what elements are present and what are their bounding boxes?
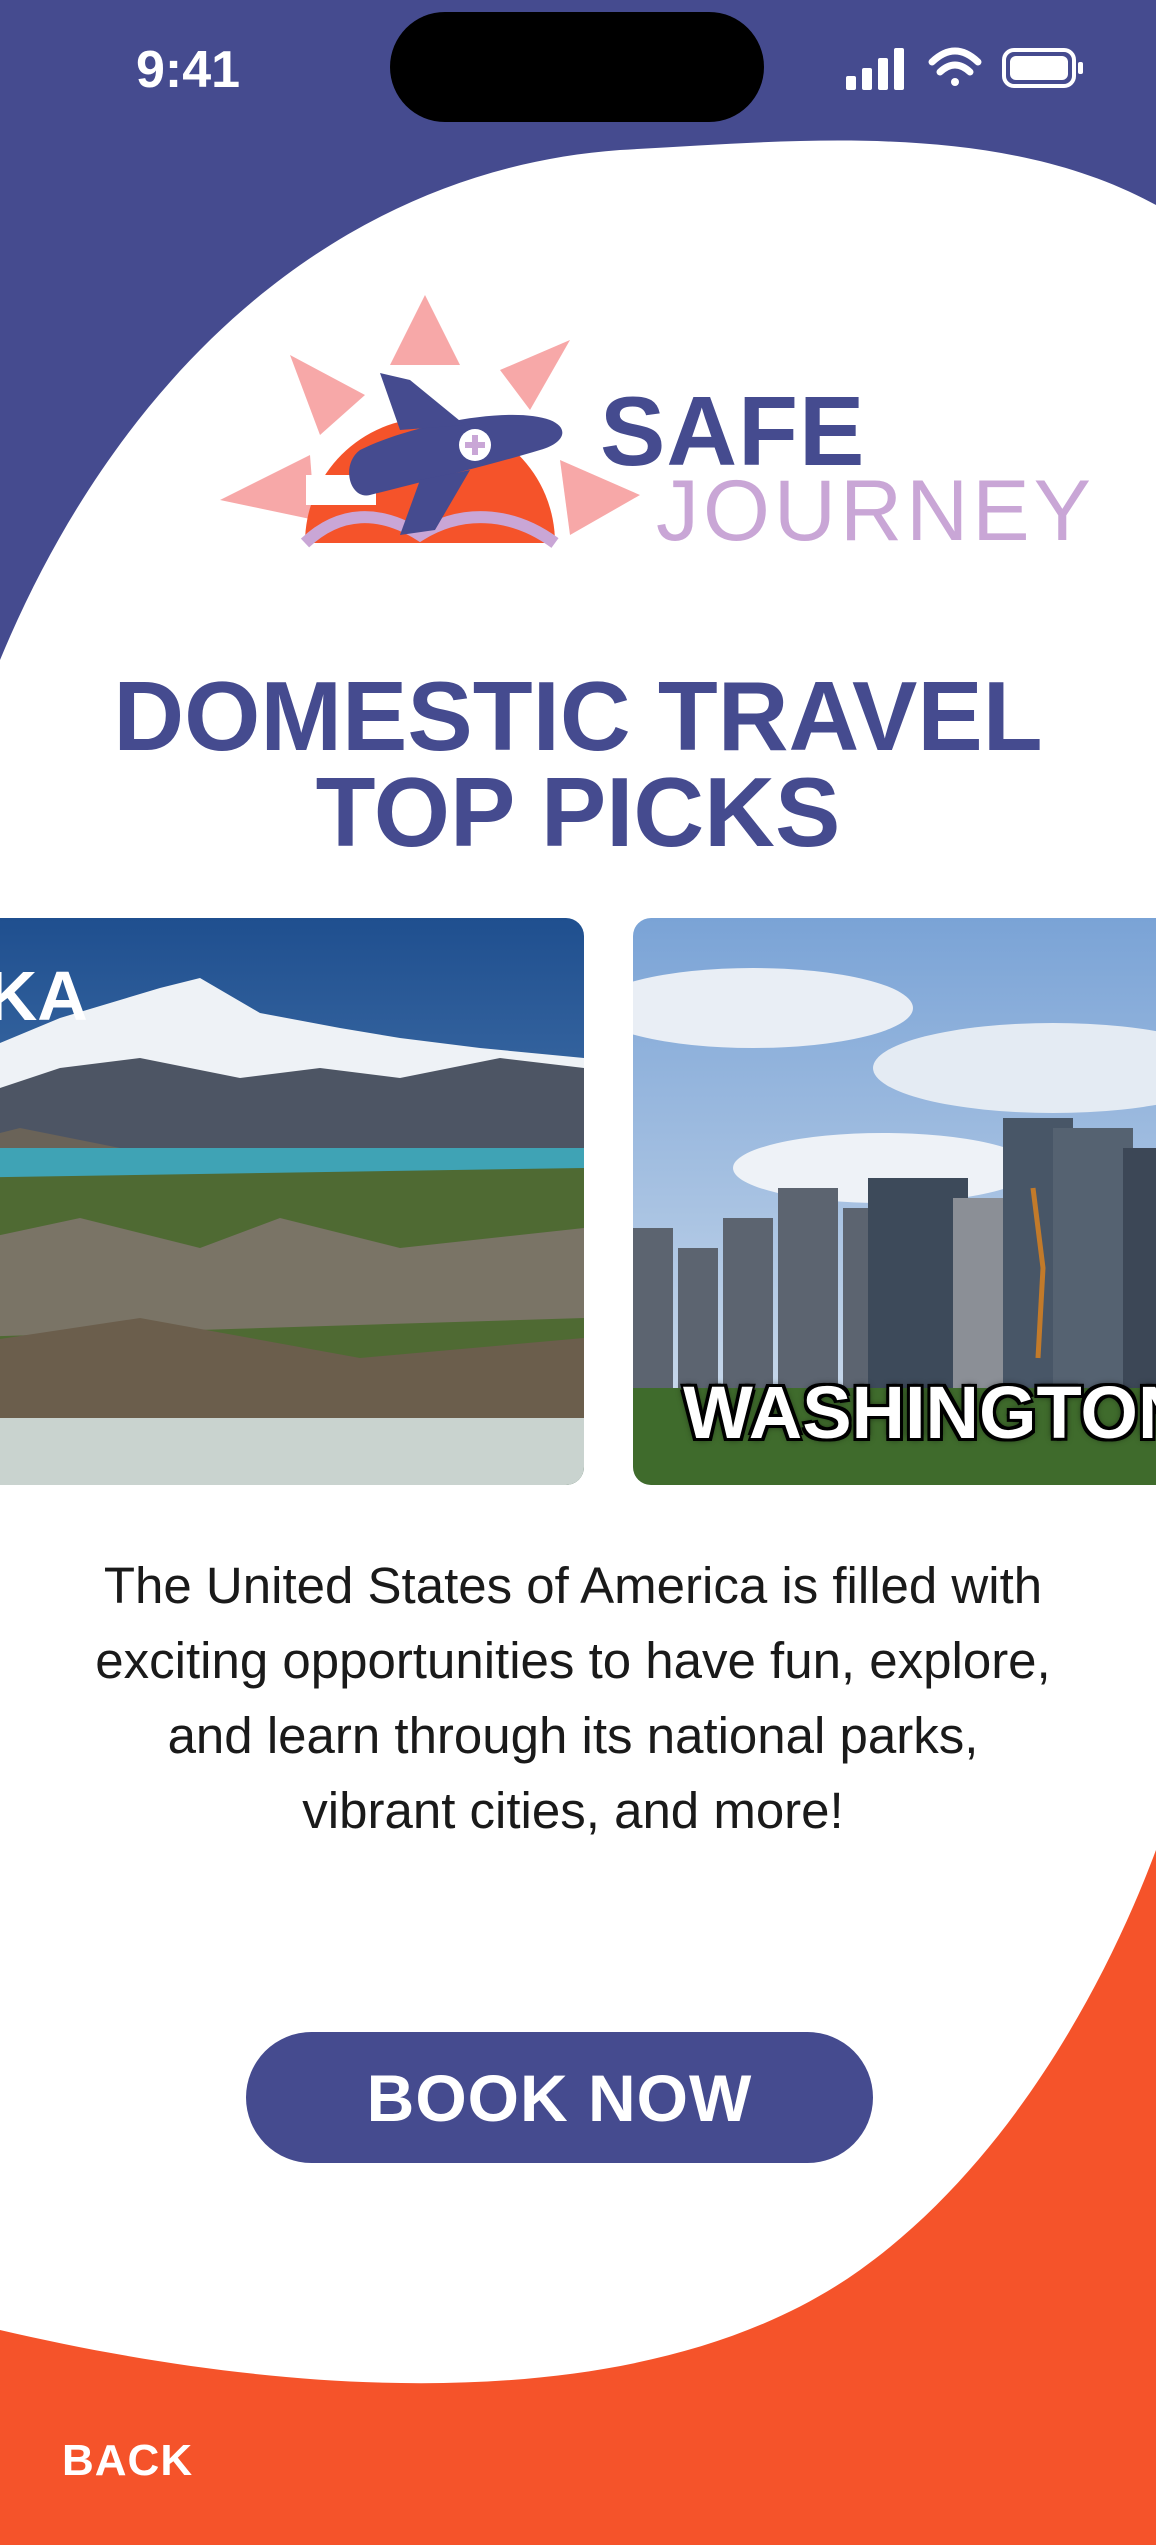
destination-label-alaska: SKA xyxy=(0,957,88,1035)
battery-icon xyxy=(1002,48,1083,88)
destination-carousel[interactable]: SKA xyxy=(0,918,1156,1485)
status-bar: 9:41 xyxy=(0,0,1156,150)
book-now-button[interactable]: BOOK NOW xyxy=(246,2032,873,2163)
status-time: 9:41 xyxy=(136,41,241,99)
brand-name-journey: JOURNEY xyxy=(656,463,1095,559)
status-icons xyxy=(846,47,1083,90)
dynamic-island xyxy=(390,12,764,122)
page-title: DOMESTIC TRAVEL TOP PICKS xyxy=(0,661,1156,867)
back-link[interactable]: BACK xyxy=(62,2436,193,2486)
destination-card-washington[interactable]: WASHINGTON xyxy=(633,918,1156,1485)
page-title-line1: DOMESTIC TRAVEL xyxy=(113,661,1043,771)
destination-card-alaska[interactable]: SKA xyxy=(0,918,584,1485)
destination-label-washington: WASHINGTON xyxy=(683,1371,1156,1454)
intro-description: The United States of America is filled w… xyxy=(95,1557,1051,1839)
signal-icon xyxy=(846,48,904,90)
wifi-icon xyxy=(928,47,982,86)
page-title-line2: TOP PICKS xyxy=(315,757,841,867)
